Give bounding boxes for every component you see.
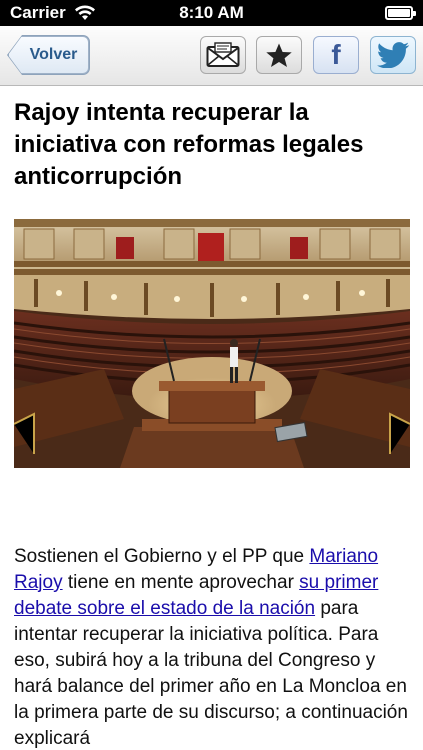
article-headline: Rajoy intenta recuperar la iniciativa co… — [14, 99, 364, 190]
favorite-button[interactable] — [256, 36, 302, 74]
battery-icon — [385, 6, 416, 20]
twitter-share-button[interactable] — [370, 36, 416, 74]
back-button[interactable]: Volver — [8, 36, 89, 74]
envelope-icon — [206, 42, 240, 67]
carrier-label: Carrier — [10, 3, 66, 22]
facebook-share-button[interactable]: f — [313, 36, 359, 74]
body-text-2: tiene en mente aprovechar — [62, 572, 300, 593]
wifi-icon — [74, 5, 95, 20]
email-share-button[interactable] — [200, 36, 246, 74]
article-body: Sostienen el Gobierno y el PP que Marian… — [14, 544, 412, 750]
twitter-icon — [377, 42, 410, 68]
body-text-1: Sostienen el Gobierno y el PP que — [14, 546, 310, 567]
status-bar: Carrier 8:10 AM — [0, 0, 423, 26]
star-icon — [266, 43, 292, 67]
facebook-icon: f — [331, 39, 341, 70]
status-left: Carrier — [10, 3, 96, 23]
congress-chamber-image — [14, 219, 410, 468]
nav-bar: Volver f — [0, 26, 423, 86]
article-photo — [14, 219, 410, 468]
battery-fill — [388, 9, 410, 17]
body-text-3: para intentar recuperar la iniciativa po… — [14, 598, 408, 749]
